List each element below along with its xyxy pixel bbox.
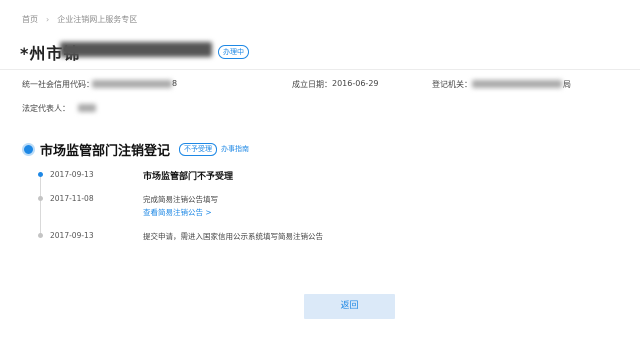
- status-badge: 办理中: [218, 45, 249, 59]
- breadcrumb-separator: ›: [46, 15, 50, 24]
- timeline-date: 2017-09-13: [50, 231, 94, 240]
- section-title: 市场监管部门注销登记: [40, 144, 171, 159]
- timeline-line: [40, 176, 41, 234]
- breadcrumb-home-link[interactable]: 首页: [22, 14, 38, 25]
- legal-rep-label: 法定代表人：: [22, 104, 70, 113]
- credit-code-label: 统一社会信用代码：: [22, 80, 94, 89]
- timeline-dot: [38, 196, 43, 201]
- view-notice-link[interactable]: 查看简易注销公告 >: [143, 207, 212, 218]
- dot-circle-icon: [22, 143, 35, 156]
- breadcrumb-current: 企业注销网上服务专区: [57, 15, 138, 24]
- timeline-dot-active: [38, 172, 43, 177]
- timeline-dot: [38, 233, 43, 238]
- timeline-date: 2017-09-13: [50, 170, 94, 179]
- established-value: 2016-06-29: [332, 79, 379, 88]
- guide-link[interactable]: 办事指南: [221, 144, 249, 154]
- authority-label: 登记机关：: [432, 80, 472, 89]
- redacted-credit-code: [92, 80, 172, 88]
- authority-tail: 局: [563, 80, 571, 89]
- timeline-text: 完成简易注销公告填写: [143, 195, 218, 204]
- header-divider: [0, 69, 640, 70]
- redacted-legal-rep: [78, 104, 96, 112]
- timeline-text: 提交申请，需进入国家信用公示系统填写简易注销公告: [143, 232, 323, 241]
- credit-code-tail: 8: [172, 79, 178, 88]
- established-label: 成立日期：: [292, 80, 332, 89]
- redacted-company-name: [60, 42, 212, 57]
- back-button[interactable]: 返回: [304, 294, 395, 319]
- timeline-date: 2017-11-08: [50, 194, 94, 203]
- breadcrumb: 首页 › 企业注销网上服务专区: [22, 14, 137, 25]
- timeline-title: 市场监管部门不予受理: [143, 172, 234, 182]
- rejection-status-tag: 不予受理: [179, 143, 217, 156]
- redacted-authority: [472, 80, 562, 88]
